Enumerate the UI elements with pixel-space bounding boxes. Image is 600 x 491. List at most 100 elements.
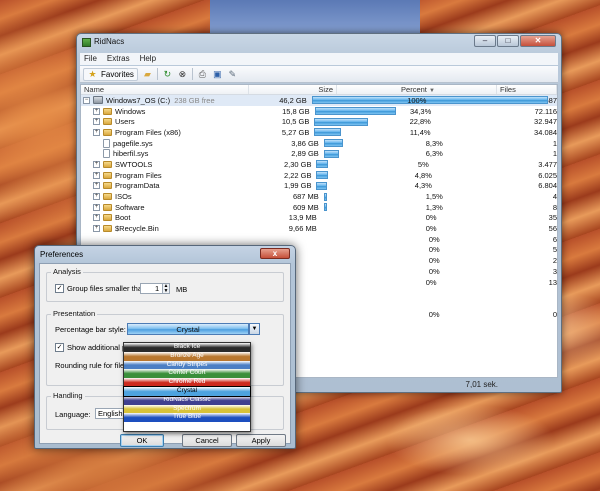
expand-icon: [93, 236, 100, 243]
collapse-icon[interactable]: −: [83, 96, 90, 104]
drive-icon: [93, 96, 103, 105]
table-row[interactable]: + $Recycle.Bin 9,66 MB 0% 56: [81, 223, 557, 234]
row-files: 6.804: [538, 181, 557, 191]
column-percent-label: Percent: [401, 85, 427, 94]
expand-icon[interactable]: +: [93, 128, 100, 136]
row-percent: 6,3%: [425, 149, 443, 159]
favorites-button[interactable]: ★ Favorites: [83, 67, 138, 81]
table-row[interactable]: hiberfil.sys 2,89 GB 6,3% 1: [81, 148, 557, 159]
row-name: hiberfil.sys: [113, 149, 149, 159]
print-icon[interactable]: ⎙: [197, 69, 208, 80]
stepper-arrows-icon[interactable]: ▲ ▼: [162, 284, 169, 293]
group-files-stepper[interactable]: 1 ▲ ▼: [140, 283, 170, 294]
minimize-button[interactable]: –: [474, 35, 496, 47]
expand-icon[interactable]: +: [93, 118, 100, 126]
table-row[interactable]: + ISOs 687 MB 1,5% 4: [81, 191, 557, 202]
row-percent: 4,3%: [414, 181, 432, 191]
table-row[interactable]: 0% 6: [81, 234, 557, 245]
row-files: 5: [552, 245, 557, 255]
expand-icon[interactable]: +: [93, 214, 100, 222]
row-name: Windows7_OS (C:): [106, 95, 171, 105]
title-bar[interactable]: RidNacs – □ ✕: [77, 34, 561, 52]
row-name: Windows: [115, 106, 146, 116]
table-row[interactable]: + Boot 13,9 MB 0% 35: [81, 213, 557, 224]
close-button[interactable]: ✕: [520, 35, 556, 47]
expand-icon[interactable]: +: [93, 107, 100, 115]
row-percent: 5%: [417, 159, 429, 169]
row-percent-bar-cell: 5%: [314, 160, 532, 169]
dropdown-option[interactable]: Spectrum: [124, 404, 250, 414]
expand-icon[interactable]: +: [93, 193, 100, 201]
free-space-label: 238 GB free: [174, 95, 215, 105]
expand-icon[interactable]: +: [93, 225, 100, 233]
save-icon[interactable]: ▣: [212, 69, 223, 80]
dropdown-option[interactable]: Black Ice: [124, 343, 250, 352]
row-files: 56: [548, 224, 557, 234]
table-row[interactable]: + SWTOOLS 2,30 GB 5% 3.477: [81, 159, 557, 170]
column-files[interactable]: Files: [497, 85, 557, 94]
row-percent-bar-cell: 100%: [310, 96, 548, 105]
row-name-cell: + Software: [81, 203, 239, 212]
row-percent: 11,4%: [409, 127, 431, 137]
file-icon: [103, 149, 110, 159]
open-folder-icon[interactable]: ▰: [142, 69, 153, 80]
settings-wrench-icon[interactable]: ✎: [227, 69, 238, 80]
dropdown-option[interactable]: Center Court: [124, 369, 250, 379]
row-percent-bar-cell: 11,4%: [312, 128, 528, 137]
dropdown-option[interactable]: Chrome Red: [124, 378, 250, 387]
expand-icon: [93, 140, 100, 147]
cancel-button[interactable]: Cancel: [182, 434, 232, 447]
row-size: 2,30 GB: [283, 159, 312, 169]
table-row[interactable]: + Users 10,5 GB 22,8% 32.947: [81, 116, 557, 127]
row-percent-bar-cell: 0%: [320, 224, 543, 233]
row-name-cell: + Program Files (x86): [81, 128, 233, 137]
maximize-button[interactable]: □: [497, 35, 519, 47]
refresh-icon[interactable]: ↻: [162, 69, 173, 80]
table-row[interactable]: + ProgramData 1,99 GB 4,3% 6.804: [81, 181, 557, 192]
row-files: 34.084: [534, 127, 557, 137]
row-files: 72.116: [534, 106, 557, 116]
column-percent[interactable]: Percent ▼: [337, 85, 497, 94]
table-row[interactable]: −Windows7_OS (C:)238 GB free46,2 GB100%1…: [81, 95, 557, 106]
dialog-close-button[interactable]: x: [260, 248, 290, 259]
table-row[interactable]: + Windows 15,8 GB 34,3% 72.116: [81, 106, 557, 117]
expand-icon[interactable]: +: [93, 171, 100, 179]
expand-icon[interactable]: +: [93, 182, 100, 190]
row-files: 4: [552, 192, 557, 202]
table-row[interactable]: + Program Files (x86) 5,27 GB 11,4% 34.084: [81, 127, 557, 138]
dropdown-option[interactable]: RidNacs Classic: [124, 395, 250, 405]
group-files-checkbox[interactable]: ✓: [55, 284, 64, 293]
row-size: 9,66 MB: [288, 224, 317, 234]
row-files: 13: [548, 277, 557, 287]
row-percent-bar-cell: 1,3%: [322, 203, 547, 212]
ok-button[interactable]: OK: [120, 434, 164, 447]
chevron-down-icon[interactable]: ▼: [249, 323, 260, 335]
table-row[interactable]: + Software 609 MB 1,3% 8: [81, 202, 557, 213]
column-size[interactable]: Size: [249, 85, 337, 94]
menu-extras[interactable]: Extras: [107, 53, 130, 65]
dropdown-option[interactable]: Candy Stripes: [124, 360, 250, 370]
column-name[interactable]: Name: [81, 85, 249, 94]
folder-icon: [103, 225, 112, 233]
row-percent: 0%: [425, 277, 437, 287]
apply-button[interactable]: Apply: [236, 434, 286, 447]
toolbar-separator: [156, 68, 158, 80]
show-additional-checkbox[interactable]: ✓: [55, 343, 64, 352]
row-percent: 0%: [425, 224, 437, 234]
row-size: 687 MB: [292, 192, 319, 202]
stop-icon[interactable]: ⊗: [177, 69, 188, 80]
table-row[interactable]: + Program Files 2,22 GB 4,8% 6.025: [81, 170, 557, 181]
dropdown-option[interactable]: True Blue: [124, 413, 250, 423]
row-percent: 0%: [425, 213, 437, 223]
menu-help[interactable]: Help: [140, 53, 156, 65]
table-row[interactable]: pagefile.sys 3,86 GB 8,3% 1: [81, 138, 557, 149]
bar-style-select[interactable]: Crystal: [127, 323, 249, 335]
menu-file[interactable]: File: [84, 53, 97, 65]
dropdown-option[interactable]: Crystal: [123, 386, 251, 397]
dropdown-option[interactable]: Bronze Age: [124, 351, 250, 361]
expand-icon[interactable]: +: [93, 203, 100, 211]
row-percent: 22,8%: [409, 117, 431, 127]
folder-icon: [103, 118, 112, 126]
row-percent: 4,8%: [414, 170, 432, 180]
expand-icon[interactable]: +: [93, 160, 100, 168]
